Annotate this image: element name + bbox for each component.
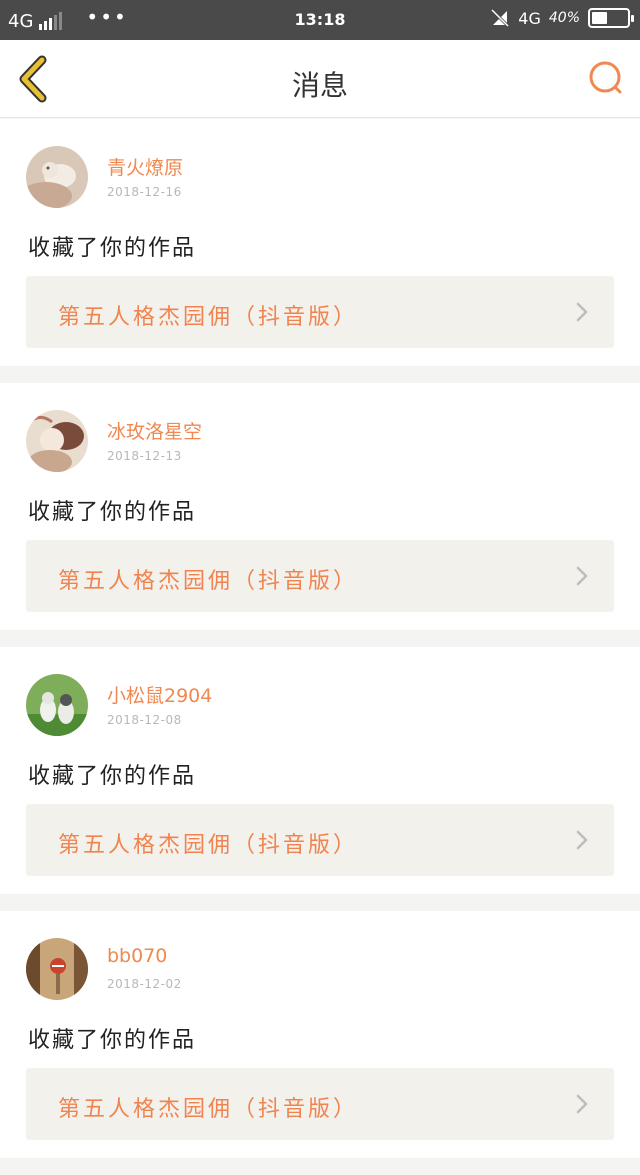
avatar-image [26,938,88,1000]
battery-icon [588,8,634,28]
work-link[interactable]: 第五人格杰园佣（抖音版） [26,804,614,876]
username[interactable]: 小松鼠2904 [107,681,212,708]
avatar-image [26,146,88,208]
message-date: 2018-12-02 [107,977,182,991]
work-title: 第五人格杰园佣（抖音版） [58,1097,359,1122]
username[interactable]: 青火燎原 [107,153,183,180]
avatar[interactable] [26,410,88,472]
battery-percent: 40% [548,10,580,26]
message-date: 2018-12-13 [107,449,182,463]
work-title: 第五人格杰园佣（抖音版） [58,305,359,330]
avatar[interactable] [26,938,88,1000]
username[interactable]: bb070 [107,945,167,967]
status-right: 4G 40% [490,8,634,28]
message-action: 收藏了你的作品 [28,236,197,261]
message-date: 2018-12-16 [107,185,182,199]
chevron-right-icon [576,830,588,850]
chevron-right-icon [576,566,588,586]
message-card: bb070 2018-12-02 收藏了你的作品 第五人格杰园佣（抖音版） [0,911,640,1158]
work-title: 第五人格杰园佣（抖音版） [58,569,359,594]
network-right-label: 4G [518,8,541,28]
avatar-image [26,674,88,736]
message-action: 收藏了你的作品 [28,500,197,525]
page-title: 消息 [291,69,348,102]
status-bar: 4G ••• 13:18 4G 40% [0,0,640,40]
message-card: 冰玫洛星空 2018-12-13 收藏了你的作品 第五人格杰园佣（抖音版） [0,383,640,630]
message-card: 小松鼠2904 2018-12-08 收藏了你的作品 第五人格杰园佣（抖音版） [0,647,640,894]
avatar[interactable] [26,146,88,208]
message-card: 青火燎原 2018-12-16 收藏了你的作品 第五人格杰园佣（抖音版） [0,119,640,366]
username[interactable]: 冰玫洛星空 [107,417,202,444]
avatar-image [26,410,88,472]
message-list: 青火燎原 2018-12-16 收藏了你的作品 第五人格杰园佣（抖音版） 冰玫洛… [0,119,640,1175]
no-sim-icon [491,8,510,28]
header: 消息 [0,40,640,118]
message-date: 2018-12-08 [107,713,182,727]
work-link[interactable]: 第五人格杰园佣（抖音版） [26,1068,614,1140]
avatar[interactable] [26,674,88,736]
work-title: 第五人格杰园佣（抖音版） [58,833,359,858]
message-action: 收藏了你的作品 [28,1028,197,1053]
search-icon [589,61,622,94]
message-action: 收藏了你的作品 [28,764,197,789]
chevron-right-icon [576,302,588,322]
search-button[interactable] [586,58,626,98]
work-link[interactable]: 第五人格杰园佣（抖音版） [26,276,614,348]
chevron-right-icon [576,1094,588,1114]
work-link[interactable]: 第五人格杰园佣（抖音版） [26,540,614,612]
